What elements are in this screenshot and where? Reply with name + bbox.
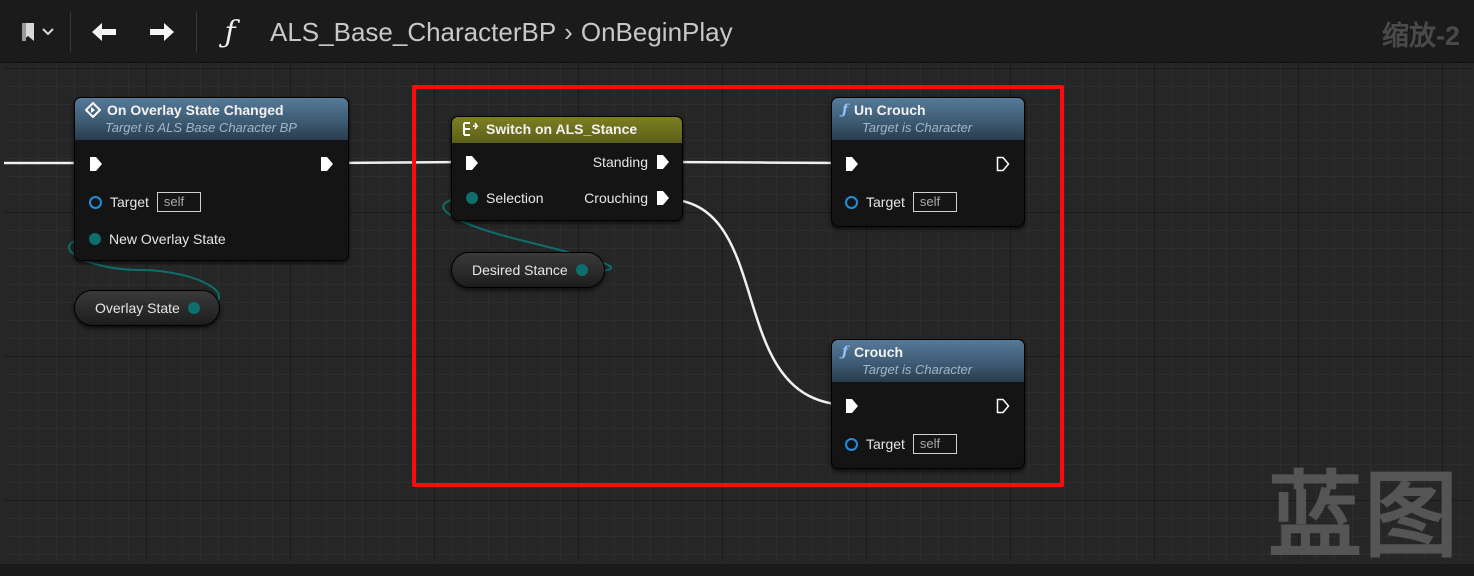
variable-out-pin[interactable]	[187, 302, 200, 314]
blueprint-editor: ƒ ALS_Base_CharacterBP › OnBeginPlay 缩放-…	[0, 0, 1474, 568]
node-subtitle: Target is ALS Base Character BP	[105, 120, 297, 135]
bookmark-button[interactable]	[12, 14, 62, 50]
target-default-field[interactable]: self	[156, 192, 201, 212]
arrow-left-icon	[92, 23, 116, 41]
pin-label: New Overlay State	[109, 231, 226, 247]
bookmark-icon	[22, 23, 54, 41]
target-pin-row: Target self	[89, 192, 201, 212]
breadcrumb-function[interactable]: OnBeginPlay	[581, 17, 733, 48]
variable-label: Overlay State	[95, 300, 180, 316]
forward-button[interactable]	[142, 14, 182, 50]
new-overlay-state-pin[interactable]	[89, 233, 101, 245]
toolbar: ƒ ALS_Base_CharacterBP › OnBeginPlay 缩放-…	[0, 0, 1474, 63]
node-title: On Overlay State Changed	[107, 102, 284, 118]
arrow-right-icon	[150, 23, 174, 41]
highlight-rectangle	[412, 85, 1064, 487]
exec-out-pin[interactable]	[320, 156, 334, 172]
graph-type-watermark: 蓝图	[1268, 463, 1461, 568]
breadcrumb-blueprint[interactable]: ALS_Base_CharacterBP	[270, 17, 556, 48]
back-button[interactable]	[84, 14, 124, 50]
node-on-overlay-state-changed[interactable]: On Overlay State Changed Target is ALS B…	[74, 97, 349, 261]
chevron-right-icon: ›	[564, 16, 573, 47]
breadcrumb: ALS_Base_CharacterBP › OnBeginPlay	[270, 14, 733, 50]
target-pin[interactable]	[89, 195, 102, 209]
variable-overlay-state[interactable]: Overlay State	[74, 290, 220, 326]
event-icon	[85, 102, 101, 118]
toolbar-divider	[196, 12, 197, 52]
exec-in-pin[interactable]	[89, 156, 103, 172]
new-overlay-state-row: New Overlay State	[89, 231, 226, 247]
function-icon: ƒ	[224, 14, 236, 50]
toolbar-divider	[70, 12, 71, 52]
node-header: On Overlay State Changed Target is ALS B…	[75, 98, 348, 140]
zoom-level: 缩放-2	[1381, 21, 1460, 51]
pin-label: Target	[110, 194, 149, 210]
